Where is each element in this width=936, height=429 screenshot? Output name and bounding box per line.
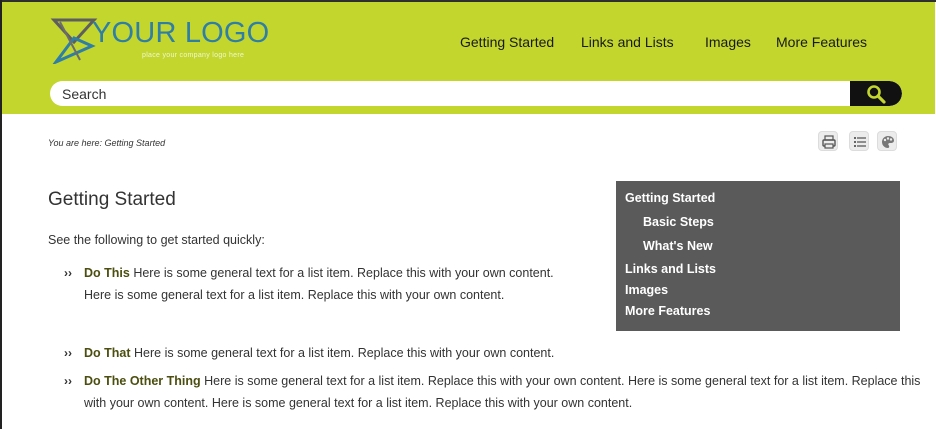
list-icon xyxy=(854,137,866,147)
nav-item-more-features[interactable]: More Features xyxy=(776,34,867,50)
page-title: Getting Started xyxy=(48,189,176,210)
nav-item-images[interactable]: Images xyxy=(705,34,751,50)
list-item-term: Do This xyxy=(84,266,130,280)
toc-panel: Getting Started Basic Steps What's New L… xyxy=(616,181,900,331)
list-view-button[interactable] xyxy=(849,131,869,151)
breadcrumb: You are here: Getting Started xyxy=(48,138,166,148)
list-item: ›› Do That Here is some general text for… xyxy=(64,342,664,364)
toc-item-getting-started[interactable]: Getting Started xyxy=(625,191,715,205)
magnifier-icon xyxy=(867,85,886,104)
company-logo[interactable]: YOUR LOGO place your company logo here xyxy=(50,16,290,64)
page: YOUR LOGO place your company logo here G… xyxy=(0,0,936,429)
nav-item-links-and-lists[interactable]: Links and Lists xyxy=(581,34,674,50)
list-item-term: Do That xyxy=(84,346,131,360)
list-item-text: Here is some general text for a list ite… xyxy=(130,346,555,360)
palette-icon xyxy=(882,136,894,148)
toc-item-basic-steps[interactable]: Basic Steps xyxy=(643,215,714,229)
list-item: ›› Do This Here is some general text for… xyxy=(64,262,584,328)
header: YOUR LOGO place your company logo here G… xyxy=(2,2,935,114)
toc-item-images[interactable]: Images xyxy=(625,283,668,297)
theme-button[interactable] xyxy=(877,131,897,151)
toc-item-more-features[interactable]: More Features xyxy=(625,304,710,318)
chevron-right-icon: ›› xyxy=(64,266,72,280)
search-bar xyxy=(50,81,902,106)
list-item-text: Here is some general text for a list ite… xyxy=(84,266,554,302)
toc-item-links-and-lists[interactable]: Links and Lists xyxy=(625,262,716,276)
chevron-right-icon: ›› xyxy=(64,346,72,360)
logo-mark-icon xyxy=(50,18,98,64)
list-item-term: Do The Other Thing xyxy=(84,374,201,388)
list-item: ›› Do The Other Thing Here is some gener… xyxy=(64,370,924,414)
chevron-right-icon: ›› xyxy=(64,374,72,388)
logo-text: YOUR LOGO xyxy=(92,17,270,49)
search-input[interactable] xyxy=(50,81,850,106)
search-button[interactable] xyxy=(850,81,902,106)
nav-item-getting-started[interactable]: Getting Started xyxy=(460,34,554,50)
print-icon xyxy=(822,135,836,149)
list-item-text: Here is some general text for a list ite… xyxy=(84,374,921,410)
logo-tagline: place your company logo here xyxy=(142,52,245,59)
intro-text: See the following to get started quickly… xyxy=(48,233,265,247)
toc-item-whats-new[interactable]: What's New xyxy=(643,239,713,253)
print-button[interactable] xyxy=(818,131,838,151)
